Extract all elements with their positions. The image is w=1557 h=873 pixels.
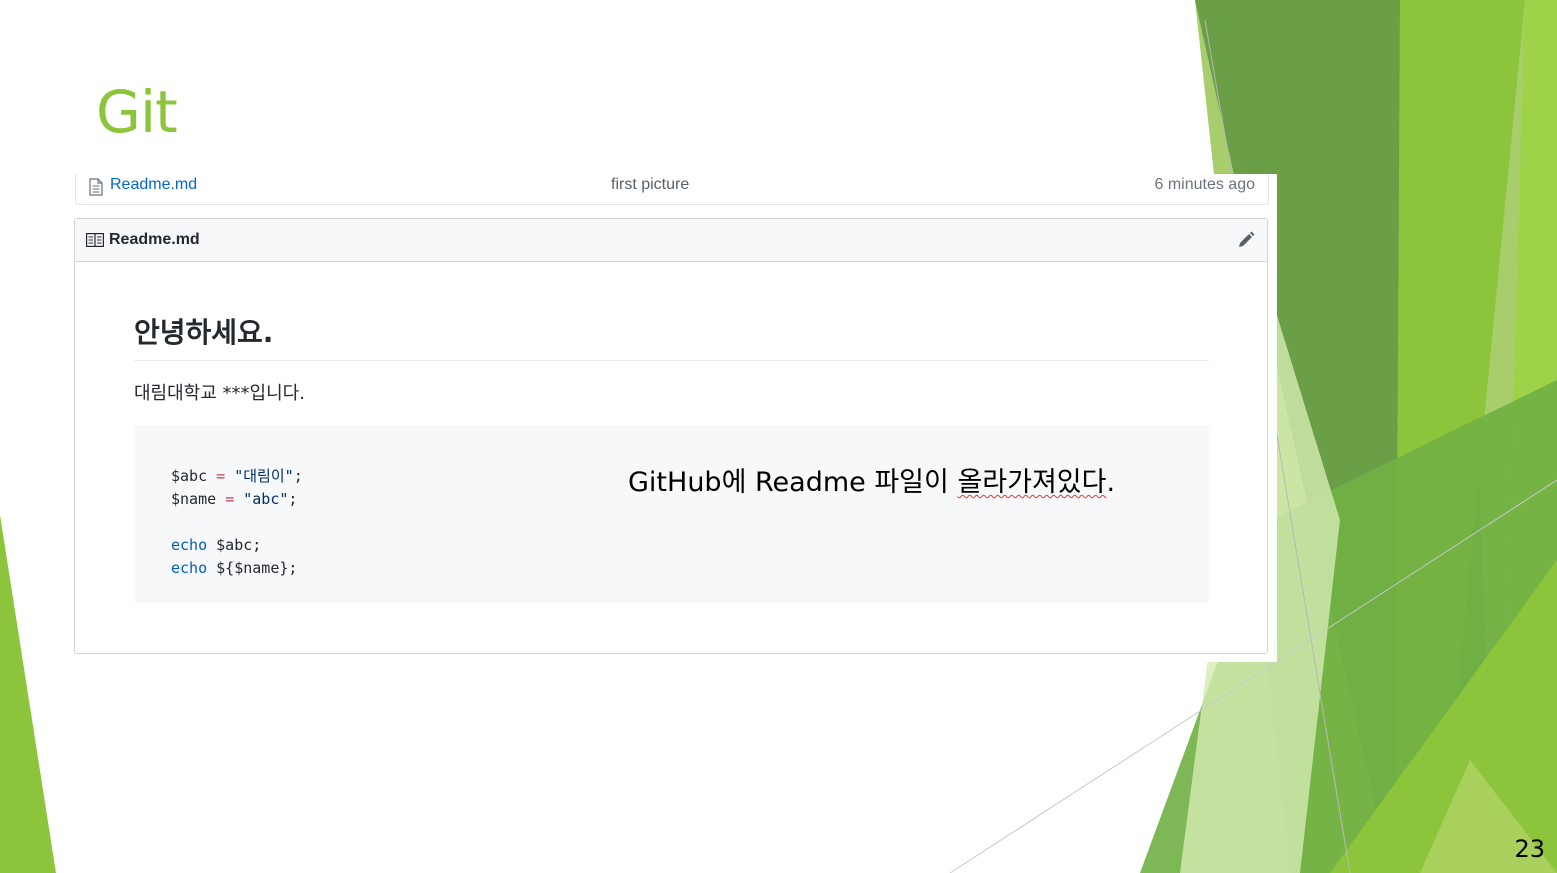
slide-caption: GitHub에 Readme 파일이 올라가져있다. bbox=[628, 460, 1115, 499]
caption-spellcheck-word: 올라가져있다 bbox=[957, 467, 1107, 498]
file-name-link[interactable]: Readme.md bbox=[110, 176, 197, 194]
code-token: "abc" bbox=[243, 490, 289, 508]
code-token: $abc bbox=[171, 467, 208, 485]
code-token: = bbox=[216, 467, 226, 485]
code-token: ${$name}; bbox=[216, 559, 298, 577]
readme-paragraph: 대림대학교 ***입니다. bbox=[134, 383, 305, 404]
readme-header: Readme.md bbox=[75, 219, 1267, 262]
code-token: echo bbox=[171, 536, 208, 554]
code-token: ; bbox=[288, 490, 298, 508]
readme-heading: 안녕하세요. bbox=[134, 311, 1209, 361]
caption-prefix: GitHub에 Readme 파일이 bbox=[628, 467, 958, 498]
caption-suffix: . bbox=[1106, 467, 1116, 498]
readme-title: Readme.md bbox=[109, 231, 200, 248]
code-content: $abc = "대림이"; $name = "abc"; echo $abc; … bbox=[171, 465, 303, 580]
github-screenshot: Readme.md first picture 6 minutes ago Re… bbox=[73, 174, 1277, 662]
code-token: echo bbox=[171, 559, 208, 577]
page-number: 23 bbox=[1514, 835, 1545, 863]
code-token: "대림이" bbox=[234, 467, 294, 485]
code-token: $name bbox=[171, 490, 217, 508]
commit-message-link[interactable]: first picture bbox=[611, 176, 689, 194]
code-token: ; bbox=[293, 467, 303, 485]
pencil-icon[interactable] bbox=[1237, 231, 1255, 254]
readme-panel: Readme.md 안녕하세요. 대림대학교 ***입니다. $abc = "대… bbox=[74, 218, 1268, 654]
file-icon bbox=[89, 178, 103, 201]
deco-shape bbox=[0, 515, 56, 873]
book-icon bbox=[86, 233, 104, 252]
slide-title: Git bbox=[96, 78, 178, 146]
code-token: $abc; bbox=[216, 536, 262, 554]
commit-age: 6 minutes ago bbox=[1154, 176, 1255, 193]
code-block: $abc = "대림이"; $name = "abc"; echo $abc; … bbox=[134, 425, 1209, 603]
code-token: = bbox=[225, 490, 235, 508]
file-list-row[interactable]: Readme.md first picture 6 minutes ago bbox=[75, 174, 1269, 205]
